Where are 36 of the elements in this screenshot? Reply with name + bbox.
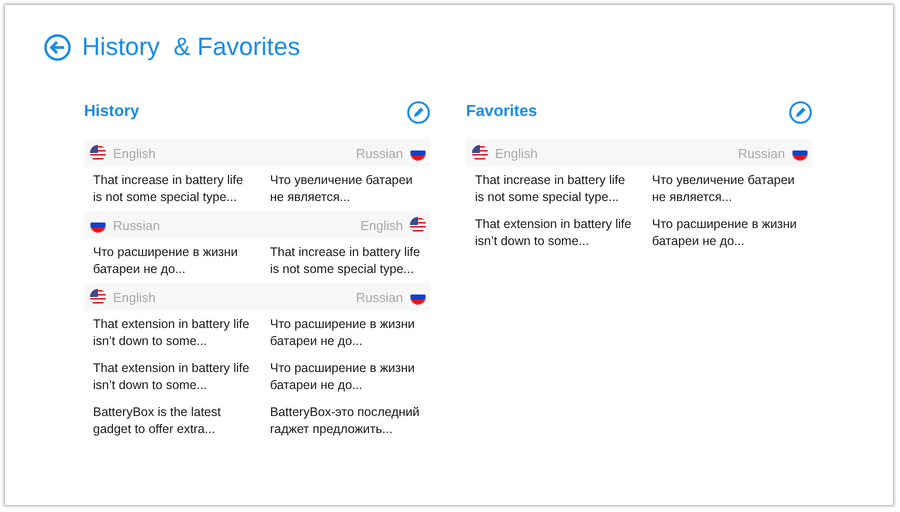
translation-text[interactable]: That increase in battery life is not some special type... [270,244,424,278]
source-text[interactable]: That increase in battery life is not some special type... [93,172,253,206]
language-label: Russian [113,218,160,232]
language-label: Russian [356,146,403,160]
source-text[interactable]: Что расширение в жизни батареи не до... [93,244,253,278]
language-label: English [113,146,156,160]
translation-text[interactable]: BatteryBox-это последний гаджет предложить... [270,404,424,438]
section-title: History [84,103,140,121]
flag-icon [410,289,426,305]
flag-icon [792,145,808,161]
language-label: English [495,146,538,160]
flag-icon [90,289,106,305]
translation-text[interactable]: Что расширение в жизни батареи не до... [652,216,806,250]
source-text[interactable]: That extension in battery life isn’t down to some... [475,216,635,250]
source-text[interactable]: That extension in battery life isn’t down to some... [93,316,253,350]
source-text[interactable]: That extension in battery life isn’t down to some... [93,360,253,394]
translation-text[interactable]: Что расширение в жизни батареи не до... [270,316,424,350]
section-title: Favorites [466,103,538,121]
edit-button[interactable] [789,100,812,124]
flag-icon [410,217,426,233]
translation-text[interactable]: Что увеличение батареи не является... [652,172,806,206]
translation-text[interactable]: Что увеличение батареи не является... [270,172,424,206]
language-label: English [113,290,156,304]
language-label: Russian [356,290,403,304]
flag-icon [410,145,426,161]
flag-icon [90,217,106,233]
source-text[interactable]: That increase in battery life is not some special type... [475,172,635,206]
language-label: Russian [738,146,785,160]
back-button[interactable] [44,34,71,60]
source-text[interactable]: BatteryBox is the latest gadget to offer extra... [93,404,253,438]
flag-icon [90,145,106,161]
translation-text[interactable]: Что расширение в жизни батареи не до... [270,360,424,394]
language-label: English [360,218,403,232]
edit-button[interactable] [407,100,430,124]
page-title: History & Favorites [82,32,300,62]
flag-icon [472,145,488,161]
